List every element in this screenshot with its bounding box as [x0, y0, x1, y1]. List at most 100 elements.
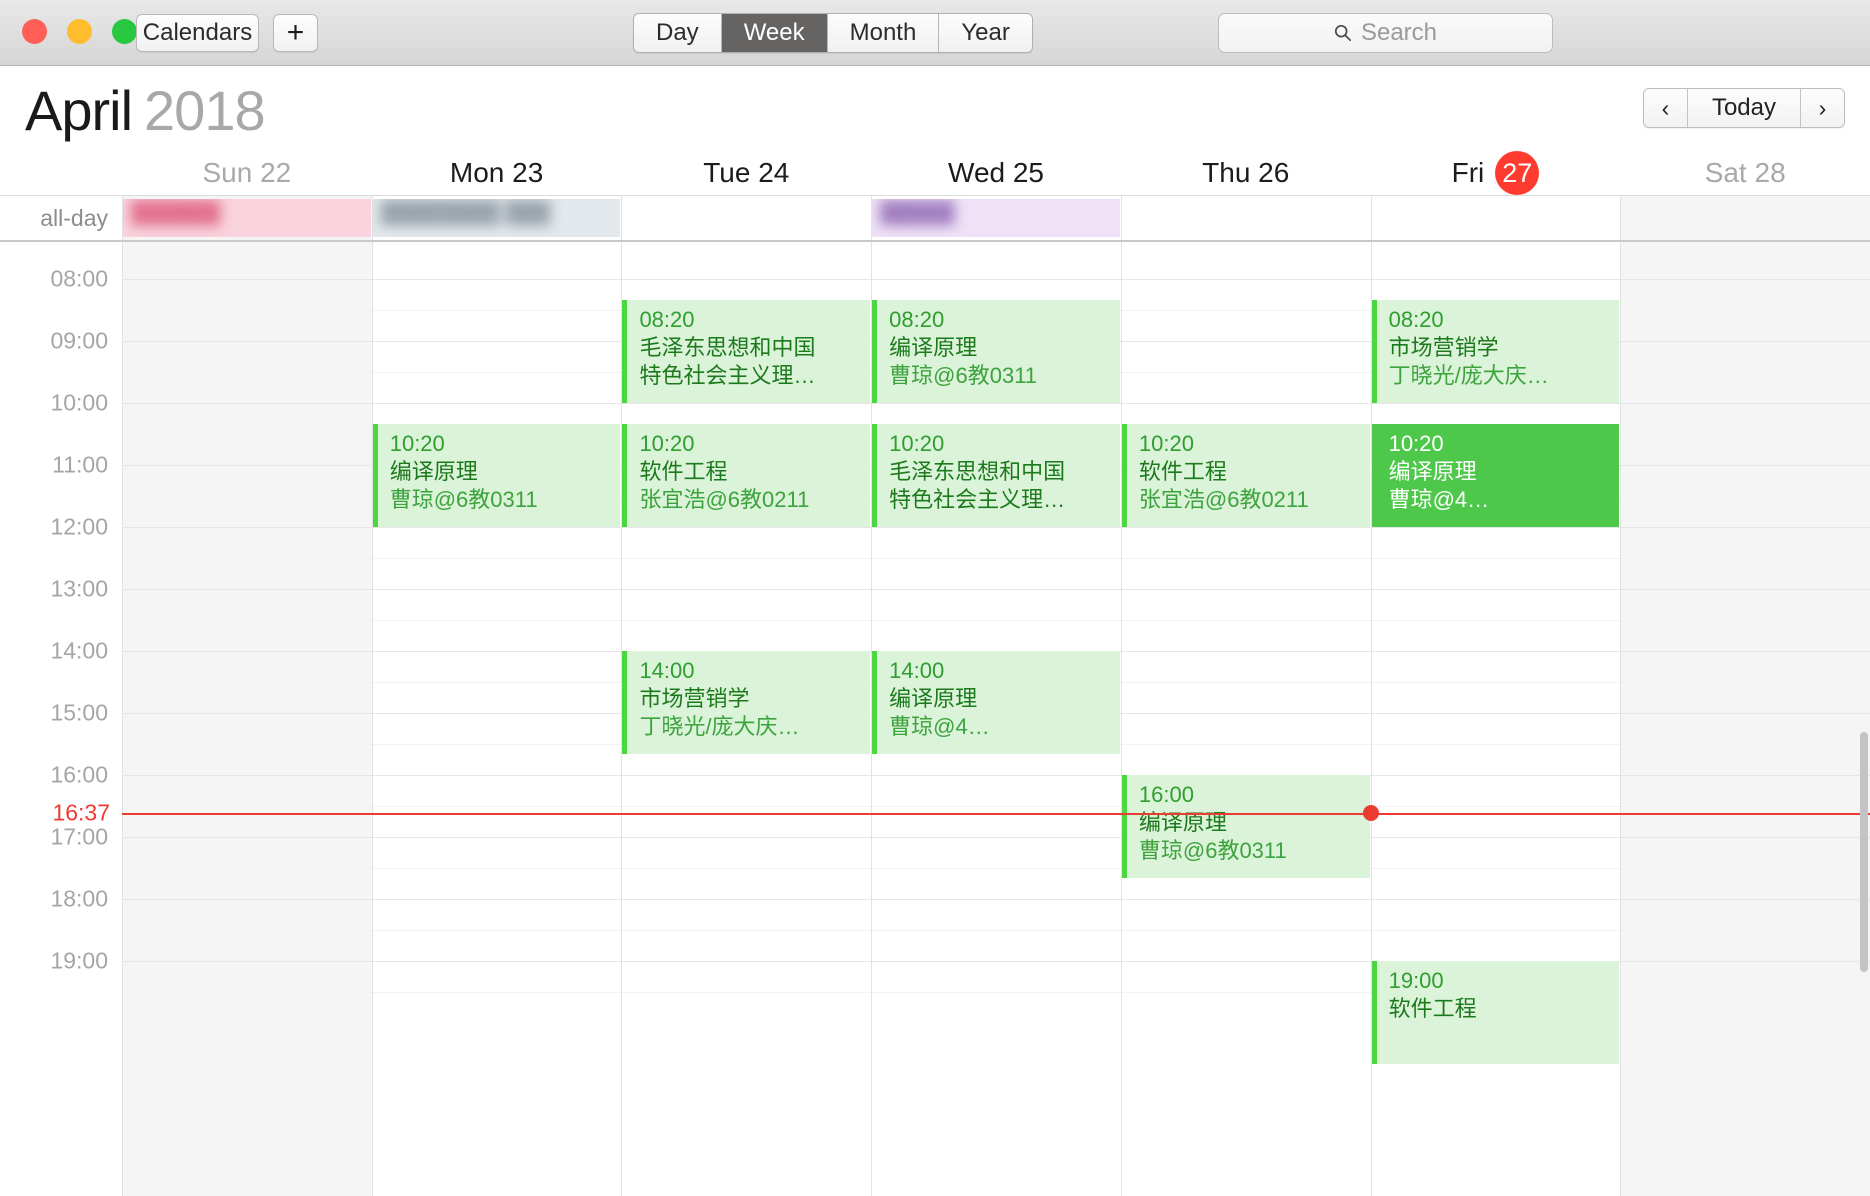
calendar-event[interactable]: 10:20编译原理曹琼@4…	[1372, 424, 1620, 527]
day-header-sat[interactable]: Sat 28	[1620, 151, 1870, 195]
search-icon	[1334, 24, 1352, 42]
hour-label: 17:00	[50, 824, 108, 851]
event-time: 10:20	[889, 430, 1120, 458]
day-header-thu[interactable]: Thu 26	[1121, 151, 1371, 195]
view-tab-year-label: Year	[961, 19, 1010, 47]
hour-gridline	[123, 899, 372, 900]
close-button[interactable]	[22, 19, 47, 44]
calendar-event[interactable]: 10:20软件工程张宜浩@6教0211	[622, 424, 870, 527]
hour-gridline	[373, 279, 622, 280]
event-time: 19:00	[1389, 967, 1620, 995]
search-field[interactable]: Search	[1218, 13, 1553, 53]
half-hour-gridline	[622, 558, 871, 559]
all-day-event[interactable]: █████	[872, 199, 1120, 237]
hour-label: 11:00	[52, 452, 108, 479]
hour-gridline	[1621, 279, 1870, 280]
all-day-event[interactable]: ████████ ███	[373, 199, 621, 237]
calendar-event[interactable]: 14:00市场营销学丁晓光/庞大庆…	[622, 651, 870, 754]
calendar-event[interactable]: 08:20编译原理曹琼@6教0311	[872, 300, 1120, 403]
day-header-tue[interactable]: Tue 24	[621, 151, 871, 195]
calendar-event[interactable]: 08:20市场营销学丁晓光/庞大庆…	[1372, 300, 1620, 403]
half-hour-gridline	[1621, 372, 1870, 373]
calendar-event[interactable]: 14:00编译原理曹琼@4…	[872, 651, 1120, 754]
all-day-label: all-day	[0, 196, 122, 240]
calendar-window: Calendars + Day Week Month Year Sea	[0, 0, 1870, 1196]
search-input[interactable]: Search	[1361, 19, 1437, 47]
all-day-event-title-redacted: █████	[872, 199, 1120, 227]
hour-gridline	[872, 527, 1121, 528]
day-column-wed[interactable]: 08:20编译原理曹琼@6教031110:20毛泽东思想和中国特色社会主义理…1…	[871, 242, 1121, 1196]
view-tab-year[interactable]: Year	[939, 14, 1032, 52]
hour-label: 16:00	[50, 762, 108, 789]
all-day-cell[interactable]: ██████	[122, 196, 372, 240]
half-hour-gridline	[1621, 930, 1870, 931]
hour-gridline	[1621, 527, 1870, 528]
hour-gridline	[1122, 899, 1371, 900]
hour-gridline	[1621, 775, 1870, 776]
toolbar: Calendars + Day Week Month Year Sea	[0, 0, 1870, 66]
day-column-sun[interactable]	[122, 242, 372, 1196]
hour-gridline	[373, 341, 622, 342]
all-day-cell[interactable]	[1371, 196, 1621, 240]
hour-gridline	[1621, 961, 1870, 962]
half-hour-gridline	[1621, 744, 1870, 745]
all-day-cell[interactable]: ████████ ███	[372, 196, 622, 240]
half-hour-gridline	[1122, 682, 1371, 683]
day-header-label: Thu 26	[1202, 157, 1289, 189]
hour-gridline	[123, 651, 372, 652]
previous-week-button[interactable]: ‹	[1644, 89, 1688, 127]
event-title: 编译原理	[1389, 458, 1620, 486]
time-grid-scroll[interactable]: 08:0009:0010:0011:0012:0013:0014:0015:00…	[0, 240, 1870, 1196]
date-navigation[interactable]: ‹ Today ›	[1643, 88, 1845, 128]
hour-label: 19:00	[50, 948, 108, 975]
half-hour-gridline	[1122, 992, 1371, 993]
today-button[interactable]: Today	[1688, 89, 1800, 127]
event-title: 编译原理	[889, 685, 1120, 713]
minimize-button[interactable]	[67, 19, 92, 44]
all-day-cell[interactable]	[1620, 196, 1870, 240]
all-day-event[interactable]: ██████	[123, 199, 371, 237]
day-header-sun[interactable]: Sun 22	[122, 151, 372, 195]
next-week-button[interactable]: ›	[1800, 89, 1844, 127]
hour-label: 09:00	[50, 328, 108, 355]
all-day-cell[interactable]	[621, 196, 871, 240]
calendar-event[interactable]: 19:00软件工程	[1372, 961, 1620, 1064]
day-column-mon[interactable]: 10:20编译原理曹琼@6教0311	[372, 242, 622, 1196]
day-header-wed[interactable]: Wed 25	[871, 151, 1121, 195]
half-hour-gridline	[1372, 868, 1621, 869]
day-header-mon[interactable]: Mon 23	[372, 151, 622, 195]
day-header-fri[interactable]: Fri27	[1371, 151, 1621, 195]
half-hour-gridline	[1621, 558, 1870, 559]
calendar-event[interactable]: 08:20毛泽东思想和中国特色社会主义理…	[622, 300, 870, 403]
all-day-cell[interactable]: █████	[871, 196, 1121, 240]
today-button-label: Today	[1712, 94, 1776, 122]
day-column-thu[interactable]: 10:20软件工程张宜浩@6教0211 16:00编译原理曹琼@6教0311	[1121, 242, 1371, 1196]
event-time: 10:20	[1139, 430, 1370, 458]
half-hour-gridline	[373, 372, 622, 373]
all-day-cell[interactable]	[1121, 196, 1371, 240]
day-column-sat[interactable]	[1620, 242, 1870, 1196]
calendar-event[interactable]: 10:20毛泽东思想和中国特色社会主义理…	[872, 424, 1120, 527]
zoom-button[interactable]	[112, 19, 137, 44]
event-title-continued: 特色社会主义理…	[889, 486, 1120, 514]
view-tab-week[interactable]: Week	[722, 14, 828, 52]
day-column-fri[interactable]: 08:20市场营销学丁晓光/庞大庆… 10:20编译原理曹琼@4… 19:00软件工…	[1371, 242, 1621, 1196]
calendar-event[interactable]: 16:00编译原理曹琼@6教0311	[1122, 775, 1370, 878]
hour-gridline	[1372, 837, 1621, 838]
view-tab-month[interactable]: Month	[828, 14, 940, 52]
day-column-tue[interactable]: 08:20毛泽东思想和中国特色社会主义理… 10:20软件工程张宜浩@6教0211…	[621, 242, 871, 1196]
view-tab-day[interactable]: Day	[634, 14, 722, 52]
calendar-event[interactable]: 10:20软件工程张宜浩@6教0211	[1122, 424, 1370, 527]
hour-label: 12:00	[50, 514, 108, 541]
view-segmented-control[interactable]: Day Week Month Year	[633, 13, 1033, 53]
hour-gridline	[622, 961, 871, 962]
vertical-scrollbar[interactable]	[1860, 732, 1868, 972]
calendar-event[interactable]: 10:20编译原理曹琼@6教0311	[373, 424, 621, 527]
calendars-button[interactable]: Calendars	[136, 14, 259, 52]
hour-gridline	[1621, 899, 1870, 900]
event-location: 曹琼@6教0311	[390, 486, 621, 514]
event-time: 10:20	[1389, 430, 1620, 458]
add-event-button[interactable]: +	[273, 14, 318, 52]
half-hour-gridline	[373, 930, 622, 931]
calendars-button-label: Calendars	[143, 19, 252, 47]
